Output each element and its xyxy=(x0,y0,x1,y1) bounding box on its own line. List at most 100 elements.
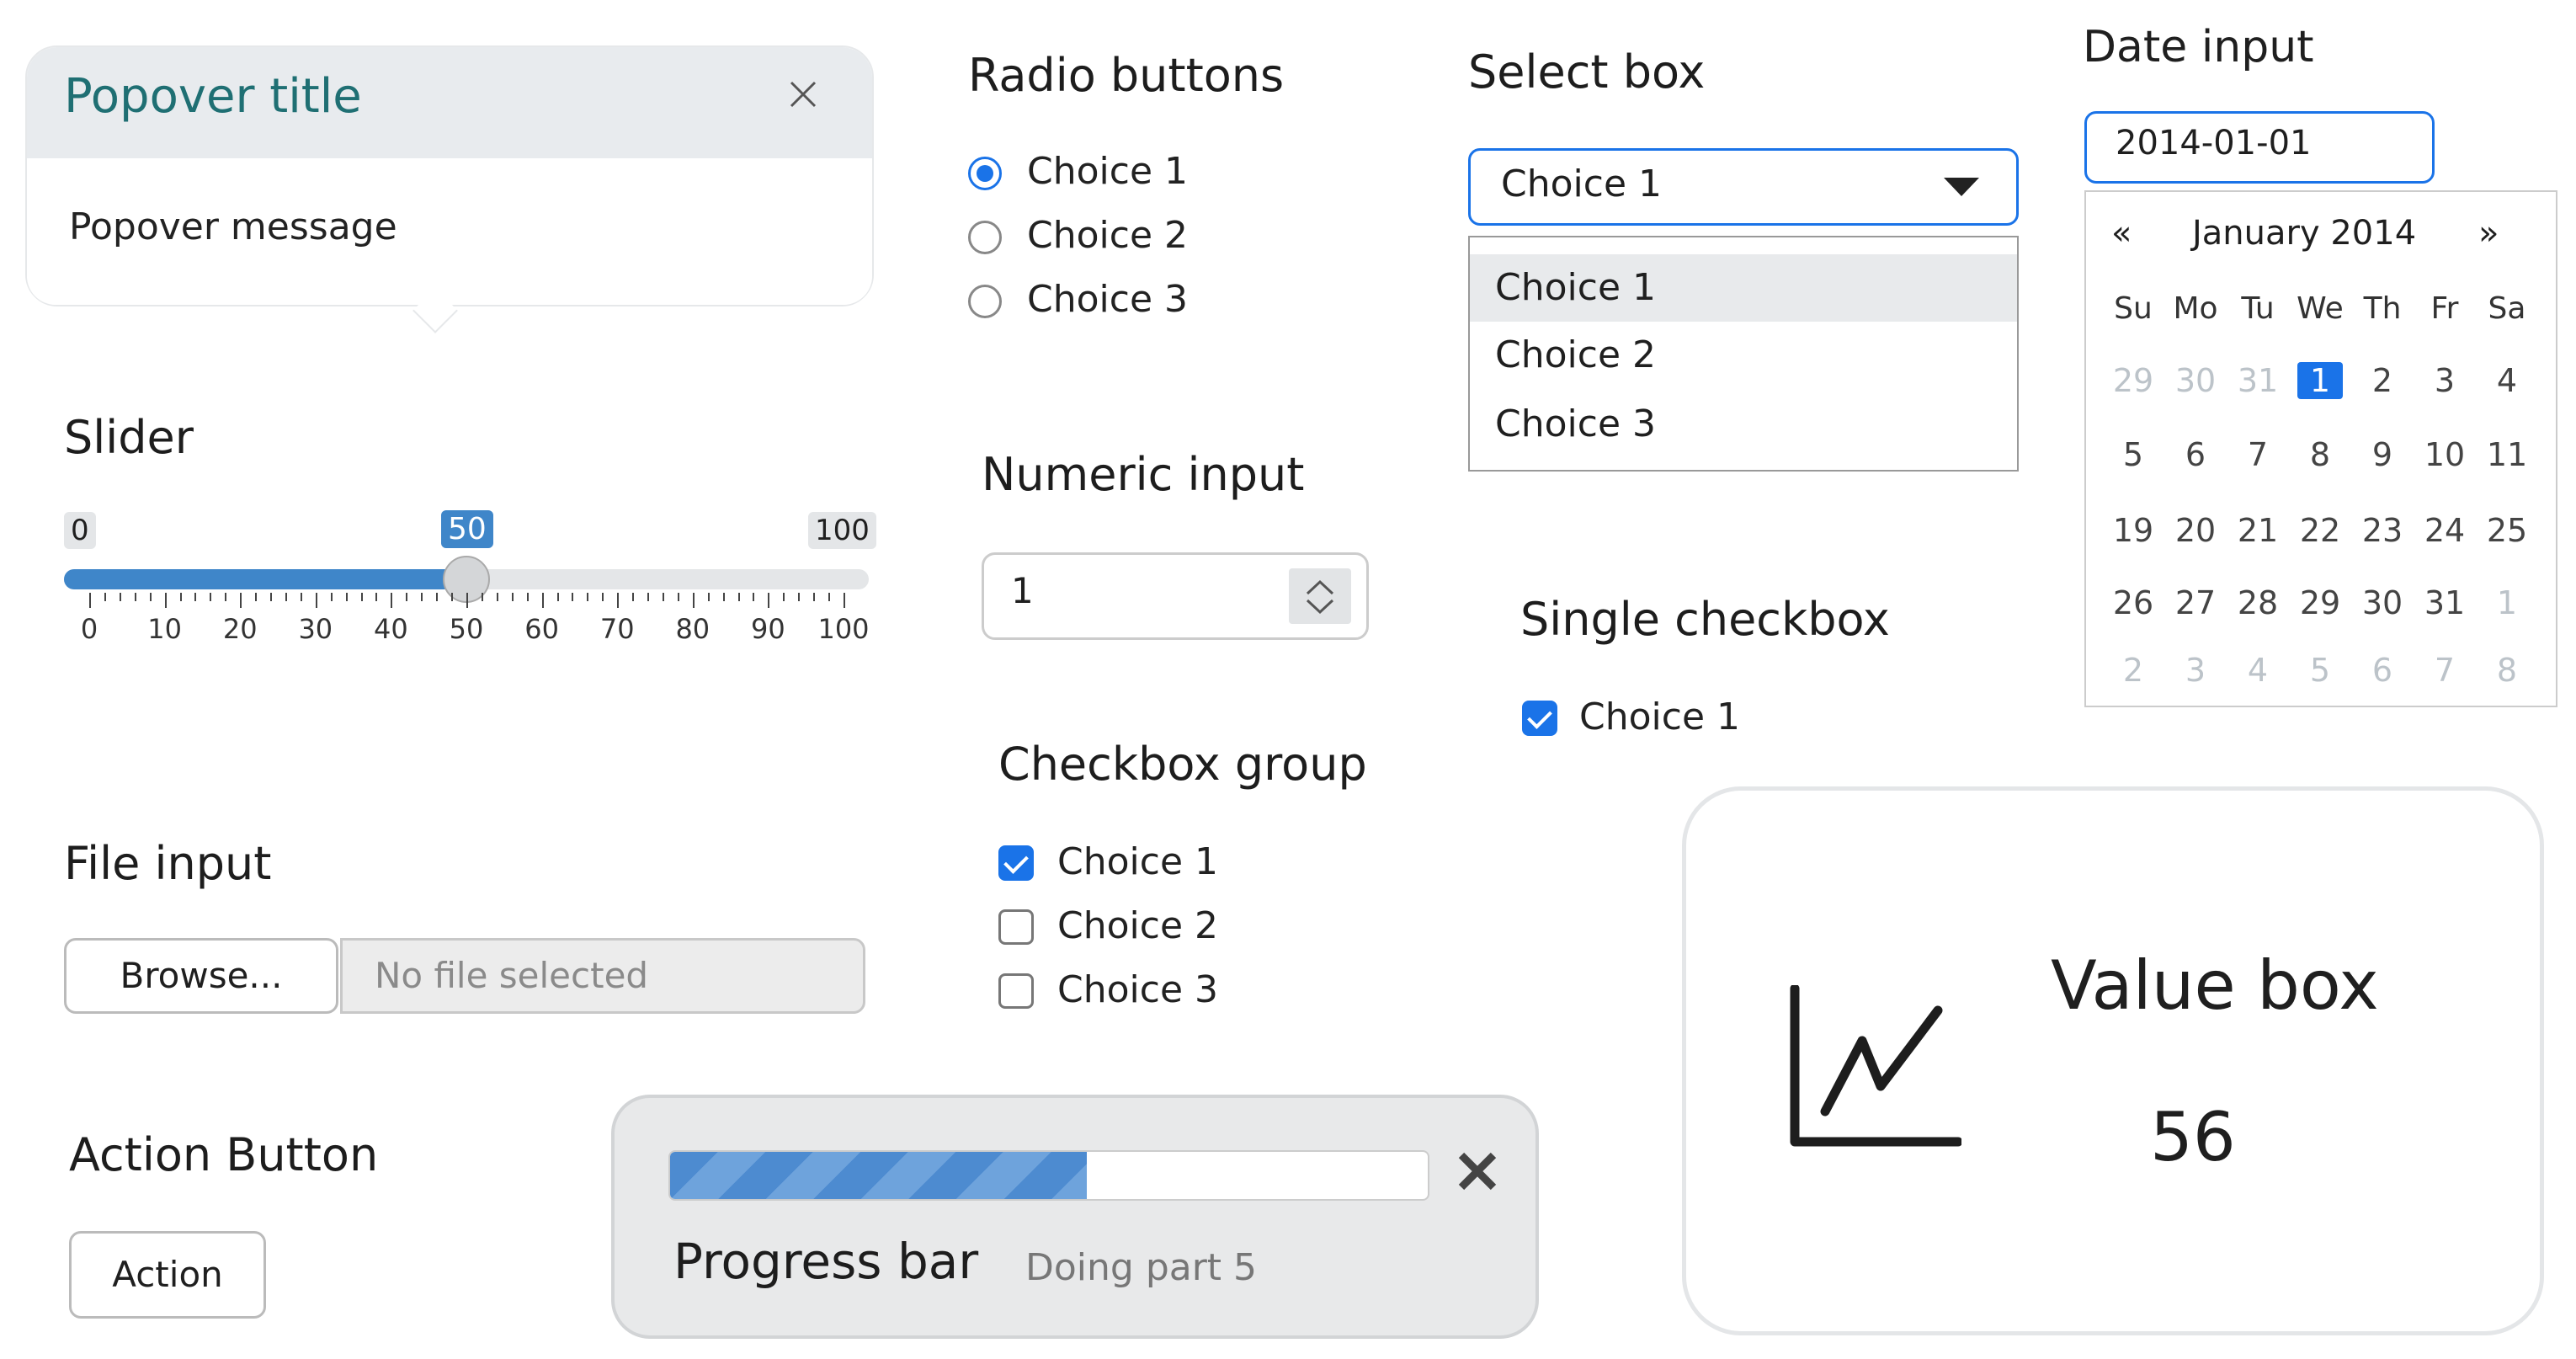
checkbox-choice-3[interactable] xyxy=(998,973,1034,1009)
calendar-day[interactable]: 23 xyxy=(2352,512,2413,549)
checkbox-choice-1[interactable] xyxy=(998,845,1034,881)
slider-tick xyxy=(270,593,273,601)
calendar-day[interactable]: 20 xyxy=(2165,512,2226,549)
slider-tick xyxy=(813,593,816,601)
calendar-day[interactable]: 9 xyxy=(2352,436,2413,473)
calendar-weekday: Su xyxy=(2114,291,2153,326)
calendar-day[interactable]: 19 xyxy=(2103,512,2164,549)
calendar-day[interactable]: 4 xyxy=(2227,652,2288,689)
slider-tick-label: 40 xyxy=(374,613,408,645)
calendar-day[interactable]: 29 xyxy=(2103,362,2164,399)
calendar-day[interactable]: 30 xyxy=(2165,362,2226,399)
calendar-day[interactable]: 8 xyxy=(2290,436,2350,473)
slider-max-label: 100 xyxy=(808,512,876,549)
calendar: « January 2014 » Su Mo Tu We Th Fr Sa 29 30 31 1 2 3… xyxy=(2084,190,2557,707)
slider-tick xyxy=(632,593,635,601)
slider-tick xyxy=(587,593,589,601)
calendar-day[interactable]: 21 xyxy=(2227,512,2288,549)
line-chart-icon xyxy=(1785,983,1963,1157)
calendar-day[interactable]: 30 xyxy=(2352,584,2413,621)
caret-down-icon xyxy=(1942,176,1981,201)
calendar-next[interactable]: » xyxy=(2478,214,2499,253)
calendar-day[interactable]: 25 xyxy=(2477,512,2537,549)
calendar-day[interactable]: 1 xyxy=(2477,584,2537,621)
radio-choice-3[interactable] xyxy=(968,285,1002,318)
calendar-day[interactable]: 5 xyxy=(2103,436,2164,473)
numeric-value: 1 xyxy=(1011,570,1034,611)
numeric-input[interactable]: 1 xyxy=(982,552,1369,640)
slider-tick xyxy=(737,593,740,601)
slider-tick xyxy=(360,593,363,601)
calendar-day[interactable]: 28 xyxy=(2227,584,2288,621)
calendar-weekday: Mo xyxy=(2173,291,2218,326)
date-heading: Date input xyxy=(2083,22,2314,72)
close-icon[interactable] xyxy=(786,77,820,111)
calendar-weekday: Sa xyxy=(2488,291,2526,326)
browse-button[interactable]: Browse... xyxy=(64,938,338,1014)
slider-tick xyxy=(707,593,710,601)
slider-tick xyxy=(421,593,423,601)
checkbox-choice-2[interactable] xyxy=(998,909,1034,945)
select-option-3[interactable]: Choice 3 xyxy=(1495,402,1656,445)
slider-tick xyxy=(511,593,514,601)
slider-fill xyxy=(64,569,466,589)
slider-tick-label: 10 xyxy=(147,613,182,645)
file-name-field[interactable]: No file selected xyxy=(340,938,865,1014)
calendar-day[interactable]: 7 xyxy=(2414,652,2475,689)
calendar-day[interactable]: 11 xyxy=(2477,436,2537,473)
checkbox-group-heading: Checkbox group xyxy=(998,738,1367,791)
numeric-stepper[interactable] xyxy=(1289,568,1351,624)
calendar-day[interactable]: 3 xyxy=(2414,362,2475,399)
calendar-day[interactable]: 31 xyxy=(2414,584,2475,621)
calendar-day[interactable]: 4 xyxy=(2477,362,2537,399)
calendar-day[interactable]: 2 xyxy=(2352,362,2413,399)
calendar-day[interactable]: 31 xyxy=(2227,362,2288,399)
single-checkbox[interactable] xyxy=(1522,701,1557,736)
select-option-2[interactable]: Choice 2 xyxy=(1495,333,1656,376)
calendar-day[interactable]: 7 xyxy=(2227,436,2288,473)
calendar-day[interactable]: 3 xyxy=(2165,652,2226,689)
calendar-day[interactable]: 6 xyxy=(2352,652,2413,689)
date-input[interactable]: 2014-01-01 xyxy=(2084,111,2435,184)
slider-tick xyxy=(149,593,152,601)
progress-detail: Doing part 5 xyxy=(1025,1246,1258,1289)
select-option-1[interactable]: Choice 1 xyxy=(1495,266,1656,309)
select-value: Choice 1 xyxy=(1501,163,1662,205)
date-value: 2014-01-01 xyxy=(2116,124,2312,163)
slider-tick xyxy=(662,593,664,601)
slider-tick xyxy=(844,593,845,608)
calendar-day[interactable]: 29 xyxy=(2290,584,2350,621)
calendar-day[interactable]: 24 xyxy=(2414,512,2475,549)
calendar-day[interactable]: 27 xyxy=(2165,584,2226,621)
slider-tick xyxy=(240,593,242,608)
calendar-day[interactable]: 10 xyxy=(2414,436,2475,473)
calendar-day[interactable]: 1 xyxy=(2297,362,2343,399)
slider-heading: Slider xyxy=(64,411,194,464)
slider-tick-label: 20 xyxy=(222,613,258,645)
radio-choice-1[interactable] xyxy=(968,157,1002,190)
calendar-day[interactable]: 22 xyxy=(2290,512,2350,549)
radio-heading: Radio buttons xyxy=(968,49,1285,102)
calendar-month[interactable]: January 2014 xyxy=(2192,214,2416,253)
slider-tick xyxy=(526,593,529,601)
slider-tick xyxy=(617,593,620,608)
radio-choice-2[interactable] xyxy=(968,221,1002,254)
calendar-day[interactable]: 2 xyxy=(2103,652,2164,689)
slider-tick xyxy=(285,593,287,601)
slider-tick-label: 30 xyxy=(298,613,333,645)
select-box[interactable]: Choice 1 xyxy=(1468,148,2019,226)
calendar-day[interactable]: 8 xyxy=(2477,652,2537,689)
progress-close-icon[interactable] xyxy=(1453,1147,1502,1196)
action-button[interactable]: Action xyxy=(69,1231,266,1319)
calendar-day[interactable]: 5 xyxy=(2290,652,2350,689)
value-box-value: 56 xyxy=(2150,1098,2236,1176)
calendar-prev[interactable]: « xyxy=(2111,214,2132,253)
slider-tick xyxy=(315,593,317,608)
action-heading: Action Button xyxy=(69,1128,379,1181)
slider-tick xyxy=(119,593,121,601)
checkbox-label: Choice 1 xyxy=(1057,840,1218,883)
calendar-day[interactable]: 6 xyxy=(2165,436,2226,473)
slider-tick xyxy=(104,593,106,601)
numeric-heading: Numeric input xyxy=(982,448,1305,501)
calendar-day[interactable]: 26 xyxy=(2103,584,2164,621)
